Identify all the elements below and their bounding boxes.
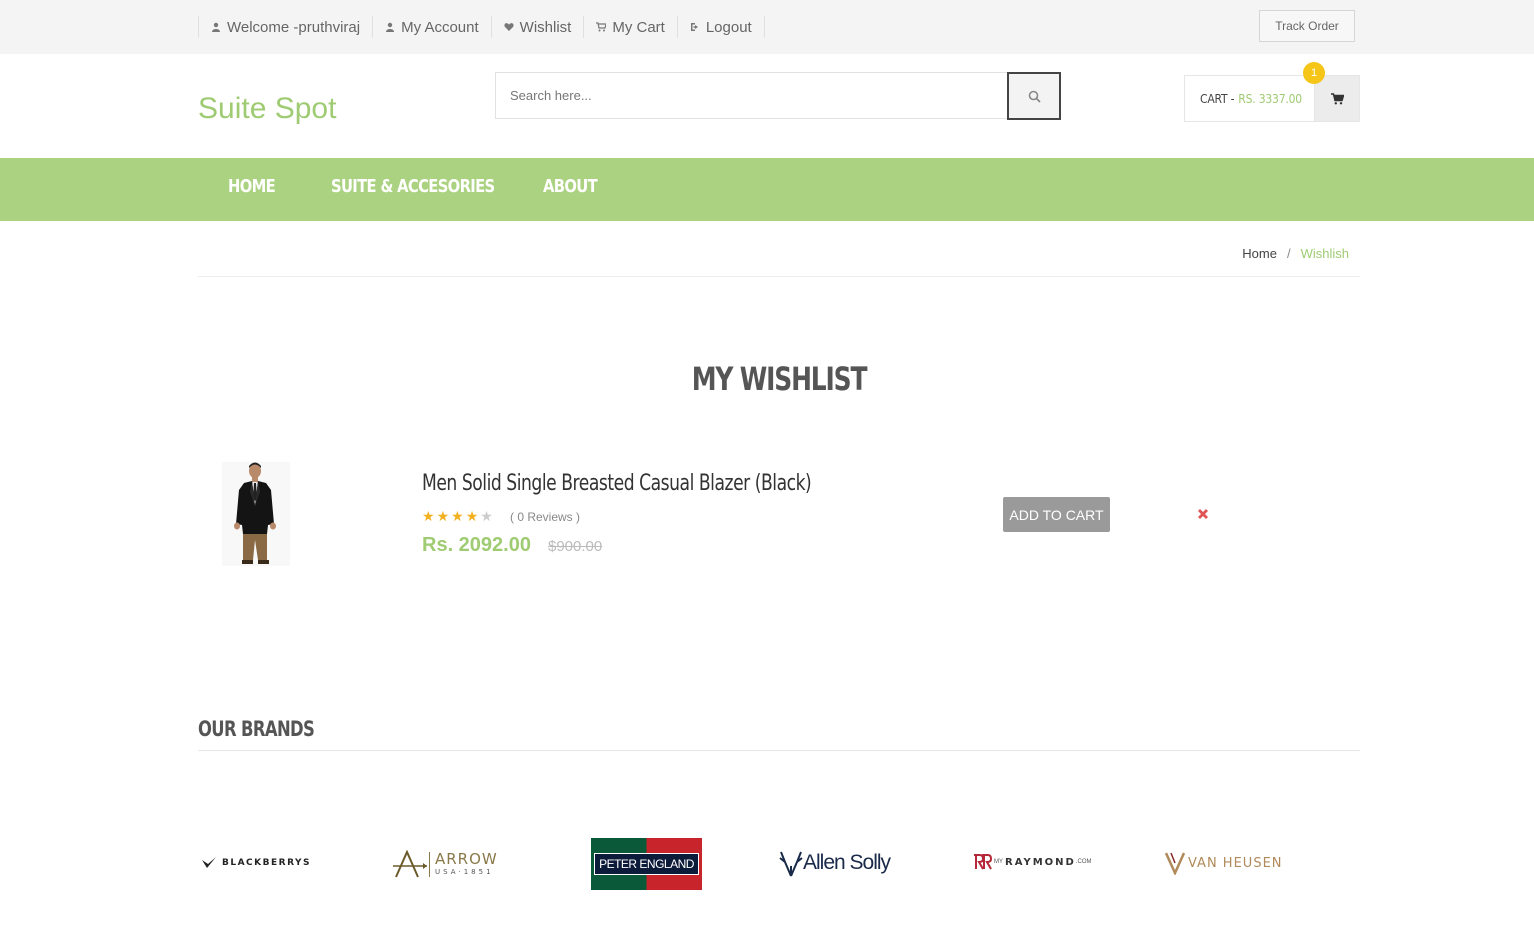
blackberrys-logo-icon xyxy=(202,857,216,868)
brand-arrow[interactable]: ARROW USA·1851 xyxy=(393,850,498,878)
brand-arrow-sub: USA·1851 xyxy=(435,867,494,876)
logout-label: Logout xyxy=(705,18,752,36)
wishlist-link[interactable]: Wishlist xyxy=(490,16,584,38)
brand-blackberrys[interactable]: BLACKBERRYS xyxy=(201,856,311,870)
arrow-wordmark: ARROW USA·1851 xyxy=(429,849,498,877)
brand-van-heusen[interactable]: VAN HEUSEN xyxy=(1165,851,1283,875)
star-filled-icon: ★ xyxy=(465,508,479,524)
search-icon xyxy=(1028,90,1041,103)
page-title: MY WISHLIST xyxy=(691,360,868,398)
search-bar xyxy=(495,72,1061,120)
cart-amount: RS. 3337.00 xyxy=(1238,91,1302,106)
divider xyxy=(198,750,1360,751)
product-old-price: $900.00 xyxy=(548,538,603,555)
breadcrumb-home[interactable]: Home xyxy=(1242,246,1277,261)
my-account-label: My Account xyxy=(401,18,479,36)
brand-peter-england[interactable]: PETER ENGLAND xyxy=(591,838,702,890)
brand-arrow-name: ARROW xyxy=(435,849,498,868)
breadcrumb: Home / Wishlish xyxy=(1242,246,1349,261)
brand-blackberrys-name: BLACKBERRYS xyxy=(222,858,312,868)
breadcrumb-separator: / xyxy=(1286,246,1291,261)
brand-raymond-suffix: .COM xyxy=(1075,859,1092,865)
user-icon xyxy=(212,22,220,32)
track-order-button[interactable]: Track Order xyxy=(1259,10,1355,42)
logout-link[interactable]: Logout xyxy=(676,16,765,38)
cart-count-badge: 1 xyxy=(1303,62,1325,84)
brand-allen-solly[interactable]: Allen Solly xyxy=(779,848,891,878)
welcome-label: Welcome -pruthviraj xyxy=(227,18,361,36)
brand-peter-england-name: PETER ENGLAND xyxy=(594,853,699,875)
star-filled-icon: ★ xyxy=(451,508,464,524)
brand-raymond-prefix: MY xyxy=(994,859,1003,865)
cart-label: CART - xyxy=(1200,91,1235,106)
rating-stars: ★ ★ ★ ★ ★ xyxy=(422,508,493,525)
raymond-logo-icon xyxy=(974,854,992,870)
cart-icon-button[interactable] xyxy=(1314,76,1359,121)
allen-solly-stag-icon xyxy=(779,851,803,877)
brand-raymond[interactable]: MY RAYMOND .COM xyxy=(972,853,1092,871)
product-image[interactable] xyxy=(222,462,290,566)
cart-summary: CART - RS. 3337.00 xyxy=(1185,76,1314,121)
arrow-logo-icon xyxy=(393,850,427,878)
nav-about[interactable]: ABOUT xyxy=(543,176,598,197)
site-logo[interactable]: Suite Spot xyxy=(198,92,336,126)
header-cart[interactable]: CART - RS. 3337.00 xyxy=(1184,75,1360,122)
logout-icon xyxy=(690,23,698,31)
my-cart-label: My Cart xyxy=(612,18,665,36)
star-filled-icon: ★ xyxy=(436,508,450,524)
product-price: Rs. 2092.00 xyxy=(422,534,531,556)
brands-title: OUR BRANDS xyxy=(198,717,315,741)
breadcrumb-current: Wishlish xyxy=(1300,246,1349,261)
cart-icon xyxy=(1330,92,1344,104)
user-icon xyxy=(386,22,395,32)
top-links: Welcome -pruthviraj My Account Wishlist … xyxy=(198,14,765,40)
top-bar: Welcome -pruthviraj My Account Wishlist … xyxy=(0,0,1534,54)
my-account-link[interactable]: My Account xyxy=(372,16,491,38)
reviews-count[interactable]: ( 0 Reviews ) xyxy=(510,510,580,524)
my-cart-link[interactable]: My Cart xyxy=(583,16,677,38)
search-button[interactable] xyxy=(1007,72,1061,120)
divider xyxy=(198,276,1360,277)
cart-icon xyxy=(596,22,607,32)
wishlist-label: Wishlist xyxy=(519,18,572,36)
brand-van-heusen-name: VAN HEUSEN xyxy=(1188,855,1283,871)
nav-home[interactable]: HOME xyxy=(228,176,276,197)
add-to-cart-button[interactable]: ADD TO CART xyxy=(1003,497,1110,532)
main-nav: HOME SUITE & ACCESORIES ABOUT xyxy=(0,158,1534,221)
brand-allen-solly-name: Allen Solly xyxy=(803,851,891,874)
star-empty-icon: ★ xyxy=(480,508,493,524)
remove-icon[interactable] xyxy=(1196,507,1210,521)
nav-suite-accessories[interactable]: SUITE & ACCESORIES xyxy=(331,176,495,197)
brand-raymond-name: RAYMOND xyxy=(1005,856,1076,868)
star-filled-icon: ★ xyxy=(422,508,435,524)
blazer-model-image xyxy=(222,462,290,566)
welcome-link[interactable]: Welcome -pruthviraj xyxy=(198,16,372,38)
van-heusen-logo-icon xyxy=(1165,852,1185,875)
search-input[interactable] xyxy=(495,72,1007,119)
heart-icon xyxy=(504,23,514,31)
product-name[interactable]: Men Solid Single Breasted Casual Blazer … xyxy=(422,471,812,496)
